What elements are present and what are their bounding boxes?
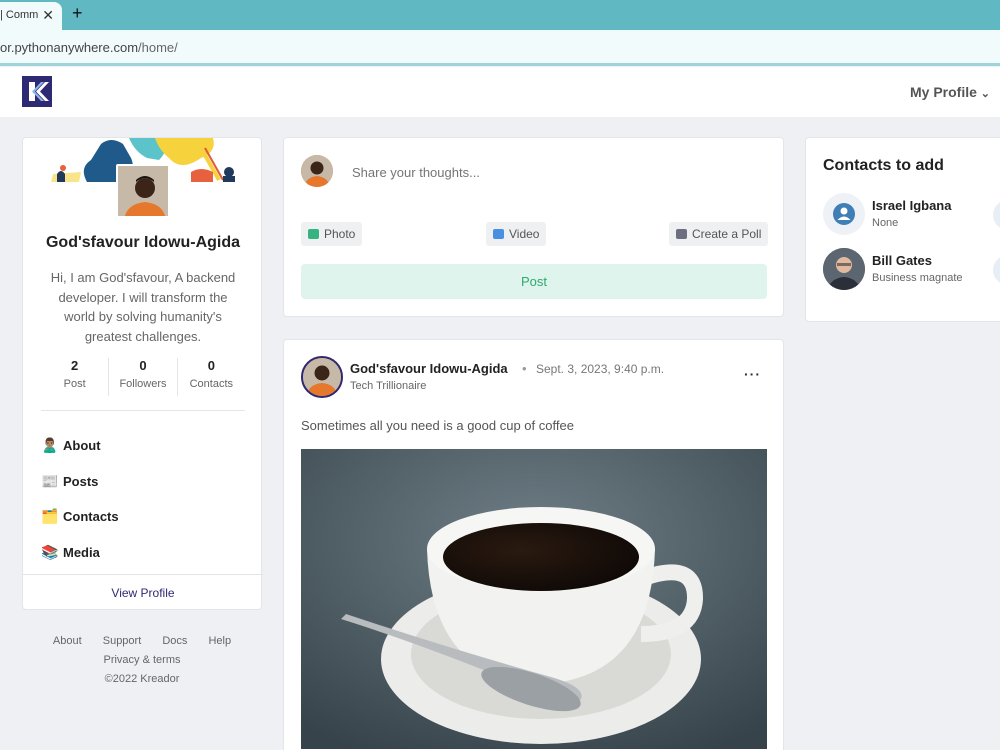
new-tab-button[interactable]: + bbox=[72, 3, 83, 24]
stat-contacts[interactable]: 0 Contacts bbox=[178, 358, 245, 396]
feed-post: God'sfavour Idowu-Agida • Sept. 3, 2023,… bbox=[283, 339, 784, 750]
menu-label: About bbox=[63, 438, 101, 454]
post-composer: Photo Video Create a Poll Post bbox=[283, 137, 784, 317]
close-tab-icon[interactable]: ✕ bbox=[42, 7, 54, 24]
contact-name[interactable]: Israel Igbana bbox=[872, 198, 951, 213]
newspaper-icon: 📰 bbox=[41, 472, 59, 489]
post-timestamp: Sept. 3, 2023, 9:40 p.m. bbox=[536, 362, 665, 376]
my-profile-dropdown[interactable]: My Profile ⌄ bbox=[910, 84, 990, 100]
profile-stats: 2 Post 0 Followers 0 Contacts bbox=[41, 358, 245, 396]
contacts-to-add-card: Contacts to add Israel Igbana None Bill … bbox=[805, 137, 1000, 322]
composer-avatar bbox=[301, 155, 333, 187]
stat-value: 0 bbox=[139, 358, 147, 373]
contact-role: None bbox=[872, 217, 899, 229]
stat-label: Contacts bbox=[189, 378, 234, 390]
menu-item-about[interactable]: 🙎🏽‍♂️ About bbox=[41, 428, 119, 464]
stat-label: Post bbox=[63, 378, 86, 390]
share-thoughts-input[interactable] bbox=[352, 165, 752, 180]
stat-value: 2 bbox=[71, 358, 79, 373]
books-icon: 📚 bbox=[41, 543, 59, 560]
footer-link-help[interactable]: Help bbox=[208, 635, 231, 647]
video-button[interactable]: Video bbox=[486, 222, 547, 246]
browser-tab[interactable]: | Comm ✕ bbox=[0, 2, 62, 30]
contact-item: Israel Igbana None bbox=[823, 193, 1000, 235]
browser-tab-bar: | Comm ✕ + bbox=[0, 0, 1000, 30]
separator-dot: • bbox=[522, 361, 527, 376]
image-icon bbox=[308, 229, 319, 239]
stat-label: Followers bbox=[119, 378, 167, 390]
kreador-logo[interactable] bbox=[22, 76, 52, 107]
stat-value: 0 bbox=[207, 358, 215, 373]
site-footer: About Support Docs Help Privacy & terms … bbox=[22, 632, 262, 689]
card-index-icon: 🗂️ bbox=[41, 508, 59, 525]
add-contact-button[interactable] bbox=[993, 255, 1000, 285]
footer-link-support[interactable]: Support bbox=[103, 635, 142, 647]
default-avatar-icon[interactable] bbox=[823, 193, 865, 235]
menu-label: Contacts bbox=[63, 509, 119, 525]
footer-link-about[interactable]: About bbox=[53, 635, 82, 647]
create-poll-button[interactable]: Create a Poll bbox=[669, 222, 769, 246]
photo-button[interactable]: Photo bbox=[301, 222, 363, 246]
post-author-avatar[interactable] bbox=[301, 356, 343, 398]
video-label: Video bbox=[509, 227, 540, 241]
add-contact-button[interactable] bbox=[993, 200, 1000, 230]
menu-label: Posts bbox=[63, 473, 99, 489]
post-author-role: Tech Trillionaire bbox=[350, 380, 427, 392]
divider bbox=[41, 410, 245, 411]
my-profile-label: My Profile bbox=[909, 84, 977, 100]
poll-icon bbox=[676, 229, 687, 239]
menu-item-posts[interactable]: 📰 Posts bbox=[41, 464, 119, 500]
url-text: or.pythonanywhere.com/home/ bbox=[0, 40, 178, 55]
post-text: Sometimes all you need is a good cup of … bbox=[301, 418, 574, 433]
person-icon: 🙎🏽‍♂️ bbox=[41, 437, 59, 454]
contact-role: Business magnate bbox=[872, 272, 963, 284]
post-image[interactable] bbox=[301, 449, 767, 749]
url-host: or.pythonanywhere.com bbox=[0, 40, 139, 55]
menu-item-contacts[interactable]: 🗂️ Contacts bbox=[41, 499, 119, 535]
profile-card: God'sfavour Idowu-Agida Hi, I am God'sfa… bbox=[22, 137, 263, 610]
chevron-down-icon: ⌄ bbox=[980, 88, 990, 100]
contacts-title: Contacts to add bbox=[823, 157, 944, 174]
address-bar[interactable]: or.pythonanywhere.com/home/ bbox=[0, 30, 1000, 66]
post-button[interactable]: Post bbox=[301, 264, 767, 299]
footer-link-privacy[interactable]: Privacy & terms bbox=[103, 654, 180, 666]
contact-item: Bill Gates Business magnate bbox=[823, 248, 1000, 290]
stat-followers[interactable]: 0 Followers bbox=[109, 358, 178, 396]
video-icon bbox=[493, 229, 504, 239]
footer-link-docs[interactable]: Docs bbox=[162, 635, 187, 647]
browser-tab-title: | Comm bbox=[0, 9, 38, 21]
profile-name: God'sfavour Idowu-Agida bbox=[45, 234, 241, 251]
more-options-icon[interactable]: ··· bbox=[744, 366, 761, 382]
post-author-name[interactable]: God'sfavour Idowu-Agida bbox=[350, 361, 508, 376]
stat-posts[interactable]: 2 Post bbox=[41, 358, 110, 396]
profile-menu: 🙎🏽‍♂️ About 📰 Posts 🗂️ Contacts 📚 Media bbox=[41, 428, 119, 570]
view-profile-link[interactable]: View Profile bbox=[23, 574, 263, 610]
menu-item-media[interactable]: 📚 Media bbox=[41, 535, 119, 571]
poll-label: Create a Poll bbox=[692, 227, 762, 241]
menu-label: Media bbox=[63, 544, 100, 560]
url-path: /home/ bbox=[138, 40, 178, 55]
contact-avatar[interactable] bbox=[823, 248, 865, 290]
profile-avatar[interactable] bbox=[116, 164, 170, 218]
profile-bio: Hi, I am God'sfavour, A backend develope… bbox=[50, 270, 236, 344]
photo-label: Photo bbox=[324, 227, 356, 241]
contact-name[interactable]: Bill Gates bbox=[872, 253, 932, 268]
footer-copyright: ©2022 Kreador bbox=[104, 673, 180, 685]
app-navbar: My Profile ⌄ bbox=[0, 67, 1000, 117]
